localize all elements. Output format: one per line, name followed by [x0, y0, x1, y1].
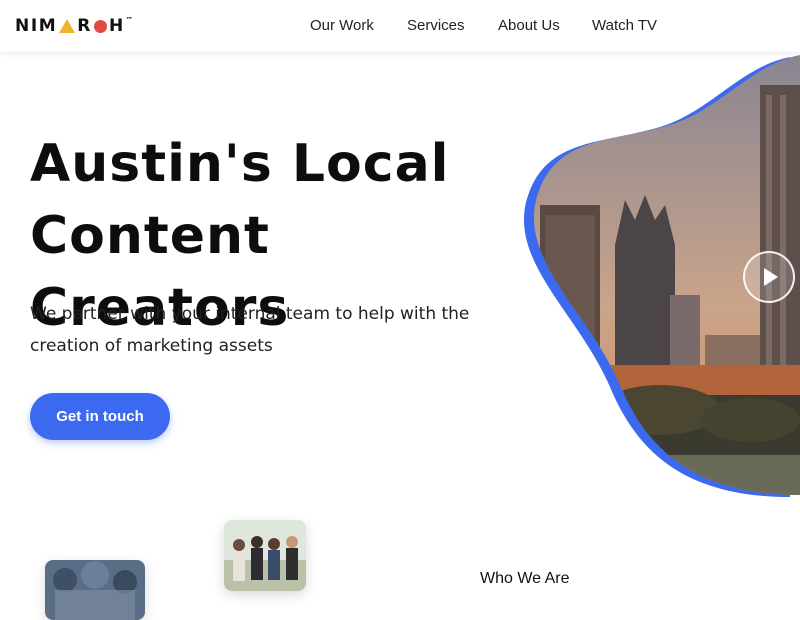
get-in-touch-button[interactable]: Get in touch	[30, 393, 170, 440]
nav-watch-tv[interactable]: Watch TV	[592, 17, 657, 34]
logo-letter-h: H	[108, 16, 125, 36]
logo-triangle-a	[59, 19, 76, 33]
team-photo-thumbnail-2	[224, 520, 306, 591]
logo-trademark: ™	[125, 16, 135, 24]
nimaroh-logo[interactable]: NIM R H ™	[15, 15, 134, 37]
team-hands-photo	[45, 560, 145, 620]
video-play-button[interactable]	[743, 251, 795, 303]
nav-our-work[interactable]: Our Work	[310, 17, 374, 34]
site-header: NIM R H ™ Our Work Services About Us Watch …	[0, 0, 800, 52]
logo-letter-r: R	[77, 16, 92, 36]
hero-title-line-1: Austin's Local	[30, 134, 450, 194]
nav-services[interactable]: Services	[407, 17, 465, 34]
play-icon	[764, 268, 778, 286]
team-photo-thumbnail-1	[45, 560, 145, 620]
logo-dot-o	[93, 19, 107, 33]
hero-subtitle: We partner with your internal team to he…	[30, 304, 470, 356]
nav-about-us[interactable]: About Us	[498, 17, 560, 34]
who-we-are-heading: Who We Are	[480, 570, 570, 587]
team-group-photo	[224, 520, 306, 591]
logo-letters-n-i-m: NIM	[15, 16, 58, 36]
